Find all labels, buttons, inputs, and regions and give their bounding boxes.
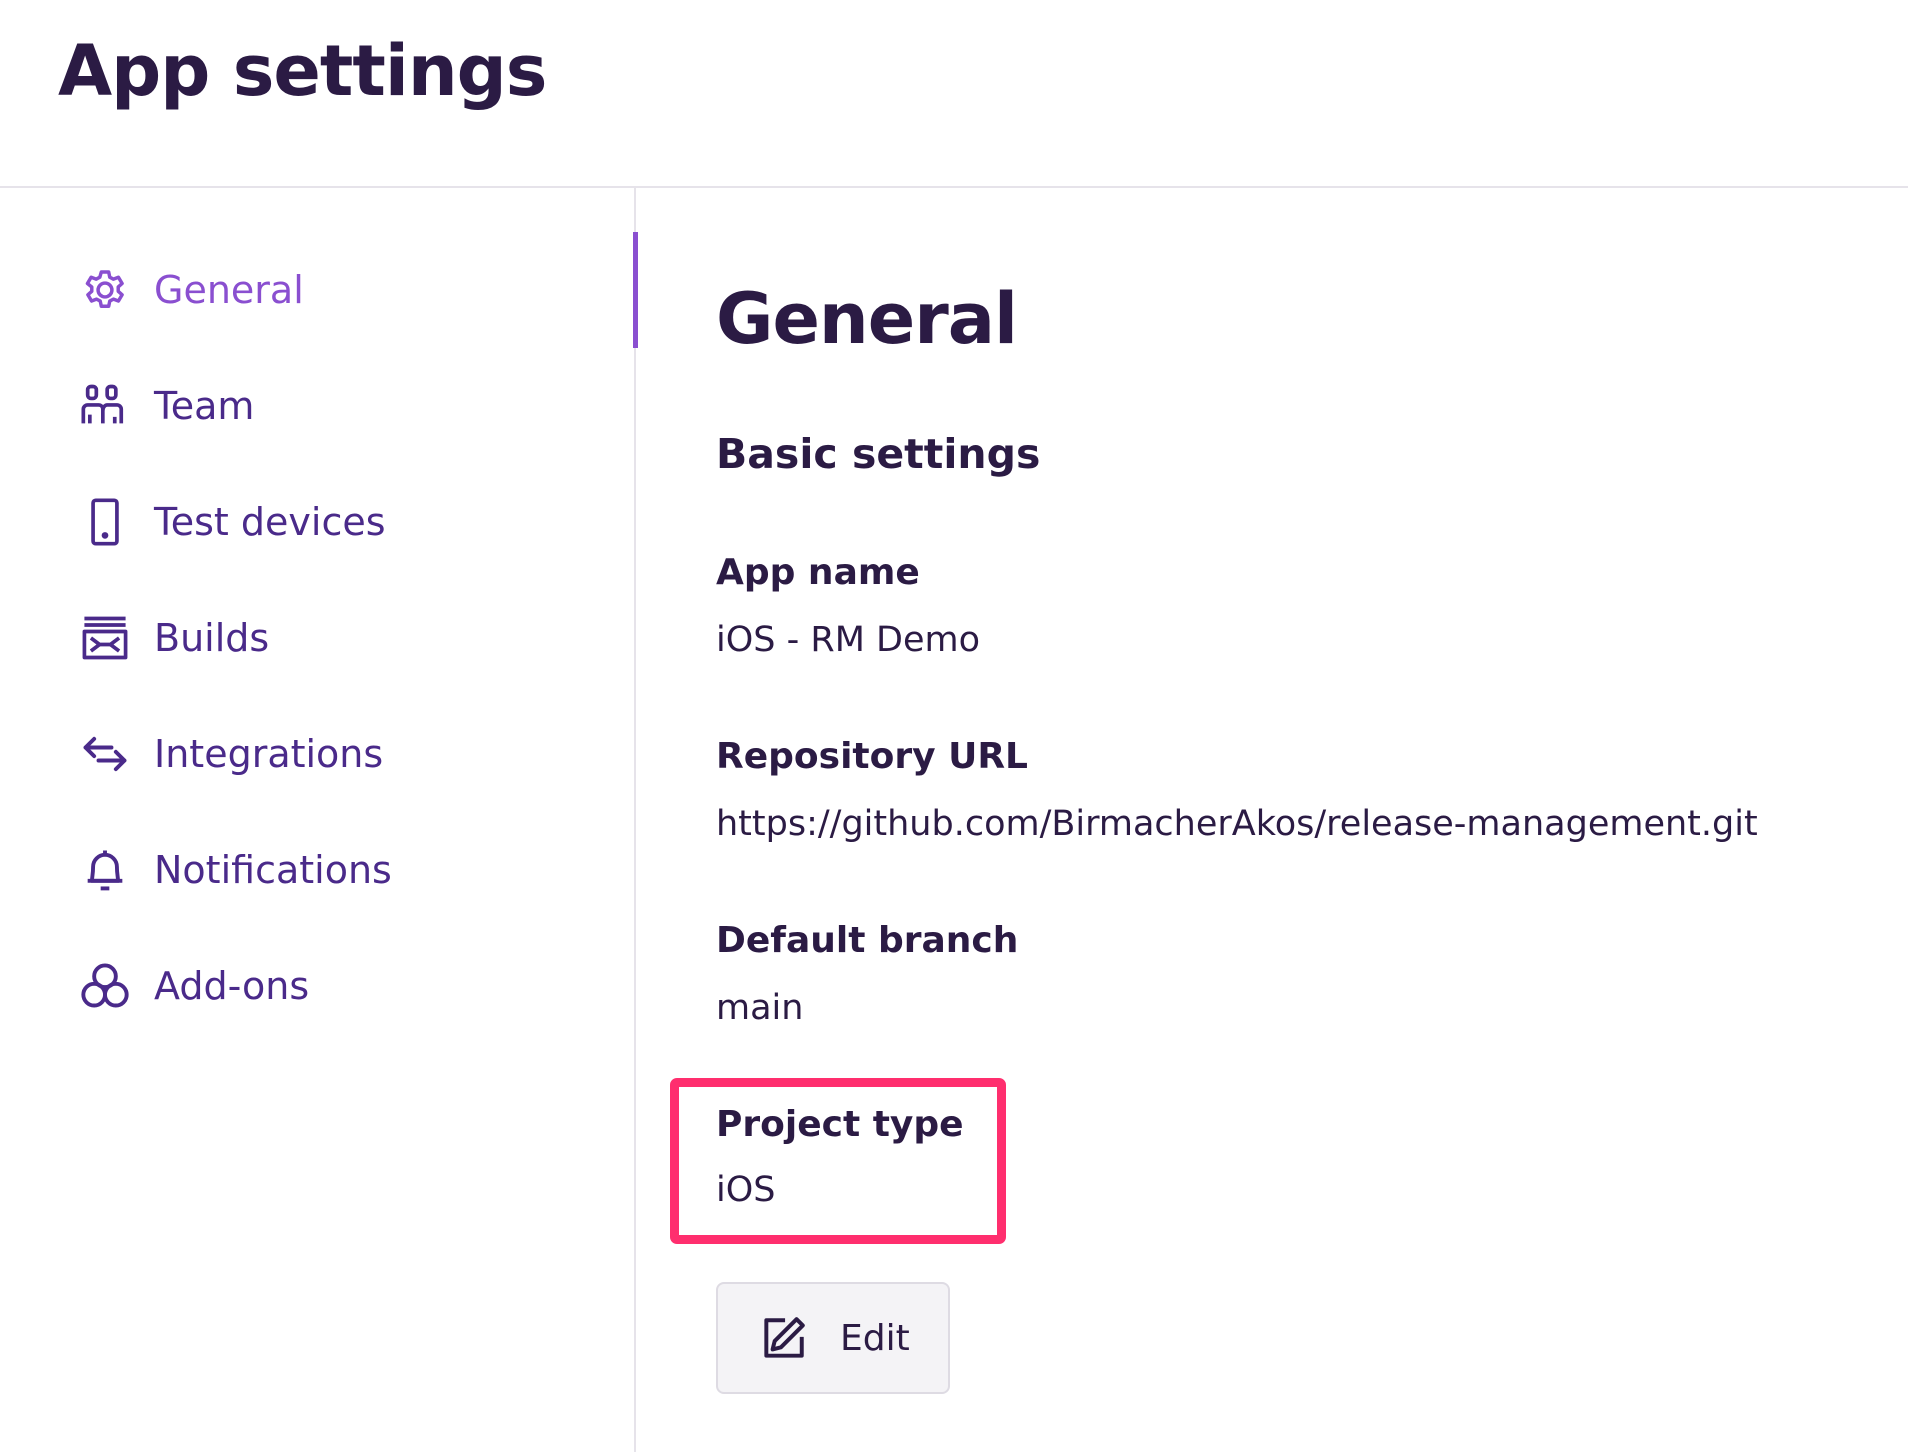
addons-icon xyxy=(78,959,132,1013)
default-branch-value: main xyxy=(716,988,804,1028)
repository-url-value: https://github.com/BirmacherAkos/release… xyxy=(716,804,1758,844)
app-name-value: iOS - RM Demo xyxy=(716,620,981,660)
default-branch-label: Default branch xyxy=(716,920,1019,961)
edit-button[interactable]: Edit xyxy=(716,1282,950,1394)
gear-icon xyxy=(78,263,132,317)
repository-url-label: Repository URL xyxy=(716,736,1028,777)
phone-icon xyxy=(78,495,132,549)
builds-icon xyxy=(78,611,132,665)
settings-content: General Basic settings App name iOS - RM… xyxy=(636,188,1908,1452)
section-title: General xyxy=(716,278,1018,360)
sidebar-item-label: Builds xyxy=(154,616,270,660)
page-header: App settings xyxy=(0,0,1908,188)
sidebar-item-label: Test devices xyxy=(154,500,386,544)
sidebar-item-label: Integrations xyxy=(154,732,384,776)
highlight-annotation xyxy=(670,1078,1006,1244)
app-name-label: App name xyxy=(716,552,920,593)
project-type-value: iOS xyxy=(716,1170,776,1210)
team-icon xyxy=(78,379,132,433)
sidebar-item-team[interactable]: Team xyxy=(0,348,636,464)
settings-sidebar: General Team Test devices Builds Integra… xyxy=(0,188,638,1452)
sidebar-item-add-ons[interactable]: Add-ons xyxy=(0,928,636,1044)
sidebar-item-builds[interactable]: Builds xyxy=(0,580,636,696)
page-title: App settings xyxy=(58,30,547,112)
sidebar-item-general[interactable]: General xyxy=(0,232,638,348)
sidebar-item-label: Team xyxy=(154,384,255,428)
sidebar-item-label: Notifications xyxy=(154,848,392,892)
app-settings-page: App settings General Team Test devices B… xyxy=(0,0,1908,1452)
sidebar-item-notifications[interactable]: Notifications xyxy=(0,812,636,928)
subsection-title: Basic settings xyxy=(716,430,1041,478)
sidebar-item-integrations[interactable]: Integrations xyxy=(0,696,636,812)
project-type-label: Project type xyxy=(716,1104,964,1145)
bell-icon xyxy=(78,843,132,897)
edit-icon xyxy=(764,1317,805,1358)
sidebar-item-label: General xyxy=(154,268,304,312)
edit-button-label: Edit xyxy=(840,1317,910,1359)
integrations-icon xyxy=(78,727,132,781)
sidebar-item-label: Add-ons xyxy=(154,964,310,1008)
sidebar-item-test-devices[interactable]: Test devices xyxy=(0,464,636,580)
